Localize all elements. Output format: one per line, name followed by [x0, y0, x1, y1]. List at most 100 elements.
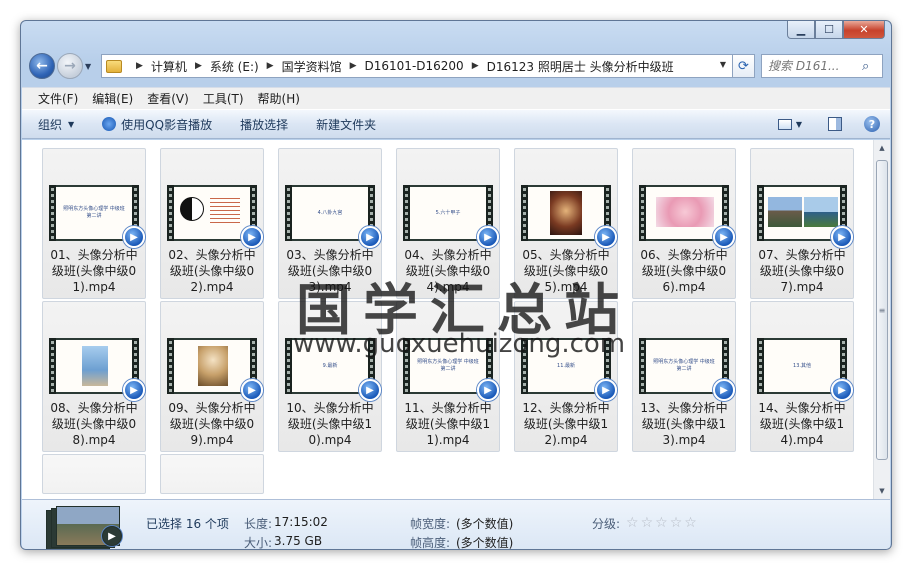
scrollbar-thumb[interactable]: ≡ [876, 160, 888, 460]
breadcrumb-separator-icon[interactable]: ▶ [267, 61, 274, 71]
scroll-down-icon[interactable]: ▼ [874, 483, 890, 499]
slide-title: 11.最新 [557, 362, 575, 369]
star-icon[interactable]: ☆ [626, 515, 641, 531]
breadcrumb-current-folder[interactable]: D16123 照明居士 头像分析中级班 [487, 58, 674, 75]
file-name[interactable]: 02、头像分析中级班(头像中级02).mp4 [161, 247, 263, 295]
file-tile[interactable]: ▶ 07、头像分析中级班(头像中级07).mp4 [750, 148, 854, 299]
slide-title: 照明东方头像心理学 中级班 第二讲 [63, 206, 125, 219]
star-icon[interactable]: ☆ [670, 515, 685, 531]
qq-player-icon [102, 117, 117, 131]
organize-label: 组织 [38, 117, 63, 132]
star-icon[interactable]: ☆ [684, 515, 699, 531]
file-tile[interactable]: ▶ 06、头像分析中级班(头像中级06).mp4 [632, 148, 736, 299]
slide-title: 照明东方头像心理学 中级班 第二讲 [653, 359, 715, 372]
file-tile[interactable] [42, 454, 146, 494]
file-name[interactable]: 13、头像分析中级班(头像中级13).mp4 [633, 400, 735, 448]
details-pane: ▶ 已选择 16 个项 长度: 17:15:02 大小: 3.75 GB 帧宽度… [22, 499, 890, 550]
breadcrumb-separator-icon[interactable]: ▶ [350, 61, 357, 71]
length-label: 长度: [244, 517, 273, 531]
maximize-button[interactable]: ☐ [815, 21, 843, 39]
breadcrumb-library[interactable]: 国学资料馆 [282, 58, 342, 75]
organize-button[interactable]: 组织 ▼ [38, 116, 74, 133]
qq-player-badge-icon: ▶ [595, 226, 617, 248]
menu-view[interactable]: 查看(V) [141, 88, 195, 109]
file-name[interactable]: 10、头像分析中级班(头像中级10).mp4 [279, 400, 381, 448]
play-selection-button[interactable]: 播放选择 [240, 116, 288, 133]
file-name[interactable]: 08、头像分析中级班(头像中级08).mp4 [43, 400, 145, 448]
search-box[interactable]: ⌕ [761, 54, 883, 78]
thumbnail-frame [528, 187, 604, 239]
file-name[interactable]: 11、头像分析中级班(头像中级11).mp4 [397, 400, 499, 448]
qq-player-badge-icon: ▶ [477, 226, 499, 248]
frame-height-label: 帧高度: [410, 536, 451, 550]
minimize-button[interactable]: ▁ [787, 21, 815, 39]
file-name[interactable]: 01、头像分析中级班(头像中级01).mp4 [43, 247, 145, 295]
breadcrumb-separator-icon[interactable]: ▶ [195, 61, 202, 71]
file-name[interactable]: 12、头像分析中级班(头像中级12).mp4 [515, 400, 617, 448]
breadcrumb-computer[interactable]: 计算机 [151, 58, 187, 75]
file-name[interactable]: 09、头像分析中级班(头像中级09).mp4 [161, 400, 263, 448]
qq-player-badge-icon: ▶ [477, 379, 499, 401]
scroll-up-icon[interactable]: ▲ [874, 140, 890, 156]
file-name[interactable]: 07、头像分析中级班(头像中级07).mp4 [751, 247, 853, 295]
address-dropdown-icon[interactable]: ▼ [720, 60, 726, 69]
refresh-button[interactable]: ⟳ [733, 54, 755, 78]
size-label: 大小: [244, 536, 273, 550]
close-button[interactable]: ✕ [843, 21, 885, 39]
thumbnail-frame: 4.八卦九宫 [292, 187, 368, 239]
navigation-row: ← → ▼ ▶ 计算机 ▶ 系统 (E:) ▶ 国学资料馆 ▶ D16101-D… [29, 51, 883, 81]
rating-stars[interactable]: ☆☆☆☆☆ [626, 515, 699, 531]
thumbnail-frame [174, 187, 250, 239]
selection-count: 已选择 16 个项 [146, 517, 229, 531]
recent-pages-dropdown[interactable]: ▼ [85, 62, 97, 71]
forward-arrow-icon: → [64, 58, 76, 74]
breadcrumb-separator-icon[interactable]: ▶ [472, 61, 479, 71]
star-icon[interactable]: ☆ [655, 515, 670, 531]
folder-icon [106, 59, 122, 73]
search-input[interactable] [768, 59, 862, 73]
slide-title: 9.最新 [322, 362, 338, 369]
address-bar[interactable]: ▶ 计算机 ▶ 系统 (E:) ▶ 国学资料馆 ▶ D16101-D16200 … [101, 54, 733, 78]
preview-pane-icon[interactable] [828, 117, 842, 131]
thumbnail-frame [56, 340, 132, 392]
rating-label: 分级: [592, 517, 621, 531]
forward-button[interactable]: → [57, 53, 83, 79]
help-icon[interactable]: ? [864, 116, 880, 132]
menu-tools[interactable]: 工具(T) [197, 88, 250, 109]
chevron-down-icon: ▼ [68, 119, 75, 129]
back-button[interactable]: ← [29, 53, 55, 79]
breadcrumb-separator-icon[interactable]: ▶ [136, 61, 143, 71]
slide-photo [768, 197, 802, 227]
file-tile[interactable]: ▶ 02、头像分析中级班(头像中级02).mp4 [160, 148, 264, 299]
thumbnail-frame [646, 187, 722, 239]
qq-player-badge-icon: ▶ [241, 379, 263, 401]
menu-help[interactable]: 帮助(H) [252, 88, 306, 109]
file-tile[interactable]: ▶ 08、头像分析中级班(头像中级08).mp4 [42, 301, 146, 452]
file-tile[interactable] [160, 454, 264, 494]
play-with-qq-button[interactable]: 使用QQ影音播放 [102, 116, 212, 133]
file-name[interactable]: 14、头像分析中级班(头像中级14).mp4 [751, 400, 853, 448]
file-tile[interactable]: ▶ 09、头像分析中级班(头像中级09).mp4 [160, 301, 264, 452]
star-icon[interactable]: ☆ [641, 515, 656, 531]
breadcrumb-drive[interactable]: 系统 (E:) [210, 58, 259, 75]
search-icon[interactable]: ⌕ [862, 59, 869, 74]
thumbnail-frame: 13.其他 [764, 340, 840, 392]
size-value: 3.75 GB [274, 534, 323, 548]
slide-photo [550, 191, 582, 235]
file-tile[interactable]: 照明东方头像心理学 中级班 第二讲 ▶ 13、头像分析中级班(头像中级13).mp4 [632, 301, 736, 452]
change-view-icon[interactable] [777, 118, 792, 130]
qq-player-badge-icon: ▶ [359, 226, 381, 248]
new-folder-button[interactable]: 新建文件夹 [316, 116, 376, 133]
qq-player-badge-icon: ▶ [359, 379, 381, 401]
menu-edit[interactable]: 编辑(E) [86, 88, 139, 109]
slide-title: 照明东方头像心理学 中级班 第二讲 [417, 359, 479, 372]
caption-buttons: ▁ ☐ ✕ [787, 21, 885, 39]
menu-file[interactable]: 文件(F) [32, 88, 84, 109]
vertical-scrollbar[interactable]: ▲ ≡ ▼ [873, 140, 890, 499]
file-name[interactable]: 06、头像分析中级班(头像中级06).mp4 [633, 247, 735, 295]
view-options-chevron-icon[interactable]: ▼ [796, 120, 802, 129]
slide-title: 13.其他 [793, 362, 811, 369]
file-tile[interactable]: 13.其他 ▶ 14、头像分析中级班(头像中级14).mp4 [750, 301, 854, 452]
file-tile[interactable]: 照明东方头像心理学 中级班 第二讲 ▶ 01、头像分析中级班(头像中级01).mp4 [42, 148, 146, 299]
breadcrumb-range[interactable]: D16101-D16200 [365, 59, 464, 73]
